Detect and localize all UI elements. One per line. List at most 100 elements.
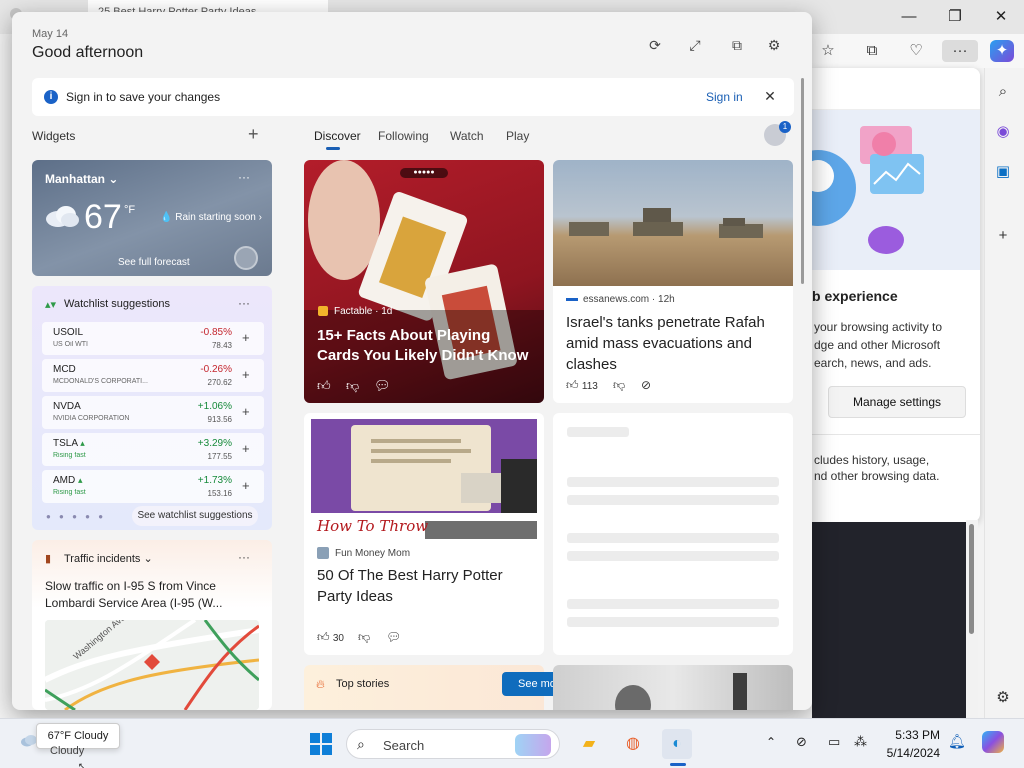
manage-settings-button[interactable]: Manage settings bbox=[828, 386, 966, 418]
more-menu-icon[interactable]: ··· bbox=[942, 40, 978, 62]
weather-location[interactable]: Manhattan ⌄ bbox=[45, 172, 118, 186]
panel-body: your browsing activity to dge and other … bbox=[814, 320, 943, 370]
stock-price: 270.62 bbox=[207, 378, 232, 387]
comment-icon[interactable]: 💬︎ bbox=[374, 378, 391, 394]
add-stock-icon[interactable]: + bbox=[242, 441, 250, 456]
minimize-button[interactable]: — bbox=[894, 6, 924, 28]
card-headline[interactable]: 15+ Facts About Playing Cards You Likely… bbox=[317, 326, 533, 366]
tab-play[interactable]: Play bbox=[506, 129, 529, 143]
comment-off-icon[interactable]: ⊘ bbox=[641, 378, 651, 392]
carousel-indicator[interactable]: ●●●●● bbox=[400, 168, 448, 178]
firefox-icon[interactable]: ◍ bbox=[618, 729, 648, 759]
traffic-headline[interactable]: Slow traffic on I-95 S from Vince Lombar… bbox=[45, 578, 261, 612]
board-scrollbar[interactable] bbox=[801, 78, 804, 284]
edge-icon[interactable]: ◐ bbox=[662, 729, 692, 759]
news-card-harry-potter[interactable]: How To Throw Fun Money Mom 50 Of The Bes… bbox=[304, 413, 544, 655]
news-card-tanks[interactable]: essanews.com · 12h Israel's tanks penetr… bbox=[553, 160, 793, 403]
weather-temp: 67 bbox=[84, 198, 122, 236]
search-highlight-icon bbox=[515, 734, 551, 756]
watchlist-more-button[interactable]: ··· bbox=[238, 296, 250, 310]
refresh-icon[interactable]: ⟳ bbox=[642, 32, 668, 58]
settings-gear-icon[interactable]: ⚙ bbox=[990, 686, 1016, 710]
watchlist-row[interactable]: USOIL US Oil WTI -0.85% 78.43 + bbox=[42, 322, 264, 355]
forecast-link[interactable]: See full forecast bbox=[118, 257, 190, 268]
card-headline[interactable]: Israel's tanks penetrate Rafah amid mass… bbox=[566, 312, 788, 375]
watchlist-row[interactable]: TSLA ▴ Rising fast +3.29% 177.55 + bbox=[42, 433, 264, 466]
copilot-pre-icon[interactable] bbox=[982, 731, 1004, 753]
signin-link[interactable]: Sign in bbox=[706, 90, 743, 104]
clock-date[interactable]: 5/14/2024 bbox=[880, 746, 940, 760]
add-stock-icon[interactable]: + bbox=[242, 367, 250, 382]
stock-name: Rising fast bbox=[53, 489, 86, 496]
network-off-icon[interactable]: ⊘ bbox=[796, 734, 807, 750]
tanks-image bbox=[553, 160, 793, 286]
stock-symbol: NVDA bbox=[53, 401, 81, 412]
browser-essentials-icon[interactable]: ♡ bbox=[904, 40, 928, 62]
copilot-icon[interactable]: ✦ bbox=[990, 40, 1014, 62]
stock-change: -0.26% bbox=[200, 364, 232, 375]
stock-name: Rising fast bbox=[53, 452, 86, 459]
weather-widget[interactable]: Manhattan ⌄ ··· 67 °F 💧 Rain starting so… bbox=[32, 160, 272, 276]
close-window-button[interactable]: ✕ bbox=[986, 6, 1016, 28]
photo-story-card[interactable] bbox=[553, 665, 793, 710]
watchlist-row[interactable]: MCD MCDONALD'S CORPORATI... -0.26% 270.62 + bbox=[42, 359, 264, 392]
display-icon[interactable]: ▭ bbox=[828, 734, 840, 750]
expand-icon[interactable]: ⤢ bbox=[682, 32, 708, 58]
stock-name: NVIDIA CORPORATION bbox=[53, 415, 130, 422]
office-icon[interactable]: ◉ bbox=[990, 120, 1016, 144]
traffic-title[interactable]: Traffic incidents ⌄ bbox=[64, 552, 153, 565]
stock-symbol: MCD bbox=[53, 364, 76, 375]
weather-assistant-icon[interactable] bbox=[234, 246, 258, 270]
search-box[interactable]: ⌕ Search bbox=[346, 729, 560, 759]
stock-price: 153.16 bbox=[207, 489, 232, 498]
traffic-more-button[interactable]: ··· bbox=[238, 550, 250, 564]
watchlist-widget: ▴▾ Watchlist suggestions ··· USOIL US Oil… bbox=[32, 286, 272, 530]
settings-icon[interactable]: ⚙ bbox=[761, 32, 787, 58]
like-icon[interactable]: 👍︎ bbox=[317, 378, 331, 394]
outlook-icon[interactable]: ▣ bbox=[990, 160, 1016, 184]
add-widget-button[interactable]: + bbox=[248, 124, 259, 145]
watchlist-row[interactable]: AMD ▴ Rising fast +1.73% 153.16 + bbox=[42, 470, 264, 503]
show-hidden-icons-chevron-icon[interactable]: ⌃ bbox=[766, 735, 776, 749]
tab-discover[interactable]: Discover bbox=[314, 129, 361, 143]
watchlist-row[interactable]: NVDA NVIDIA CORPORATION +1.06% 913.56 + bbox=[42, 396, 264, 429]
weather-sub-label[interactable]: Cloudy bbox=[50, 745, 84, 757]
top-stories-label: Top stories bbox=[336, 678, 390, 690]
weather-more-button[interactable]: ··· bbox=[238, 170, 250, 184]
weather-condition[interactable]: 💧 Rain starting soon › bbox=[160, 212, 262, 223]
card-headline[interactable]: 50 Of The Best Harry Potter Party Ideas bbox=[317, 565, 539, 607]
tab-following[interactable]: Following bbox=[378, 129, 429, 143]
pager-dots[interactable]: ● ● ● ● ● bbox=[46, 512, 106, 521]
see-watchlist-link[interactable]: See watchlist suggestions bbox=[132, 506, 258, 526]
notification-bell-icon[interactable]: 🔔︎ bbox=[948, 733, 966, 750]
card-source: Fun Money Mom bbox=[335, 548, 411, 559]
tab-watch[interactable]: Watch bbox=[450, 129, 484, 143]
close-banner-icon[interactable]: ✕ bbox=[760, 86, 780, 106]
like-button[interactable]: 👍︎ 30 bbox=[317, 630, 344, 645]
comment-icon[interactable]: 💬︎ bbox=[386, 630, 401, 644]
privacy-illustration bbox=[812, 110, 980, 270]
add-stock-icon[interactable]: + bbox=[242, 404, 250, 419]
add-stock-icon[interactable]: + bbox=[242, 330, 250, 345]
dislike-icon[interactable]: 👎︎ bbox=[346, 378, 359, 394]
dislike-icon[interactable]: 👎︎ bbox=[358, 630, 370, 645]
file-explorer-icon[interactable]: ▰ bbox=[574, 729, 604, 759]
news-card-playing-cards[interactable]: ●●●●● Factable · 1d 15+ Facts About Play… bbox=[304, 160, 544, 403]
clock-time[interactable]: 5:33 PM bbox=[880, 728, 940, 742]
traffic-map[interactable]: Washington Ave bbox=[45, 620, 259, 710]
add-stock-icon[interactable]: + bbox=[242, 478, 250, 493]
greeting: Good afternoon bbox=[32, 44, 144, 61]
like-button[interactable]: 👍︎ 113 bbox=[566, 378, 598, 393]
collections-icon[interactable]: ⧉ bbox=[860, 40, 884, 62]
add-icon[interactable]: + bbox=[990, 224, 1016, 248]
card-source: Factable · 1d bbox=[334, 306, 393, 317]
bluetooth-icon[interactable]: ⁂ bbox=[854, 734, 867, 750]
scrollbar[interactable] bbox=[966, 520, 978, 718]
search-icon[interactable]: ⌕ bbox=[990, 80, 1016, 104]
favorites-star-icon[interactable]: ☆ bbox=[816, 40, 840, 62]
dislike-icon[interactable]: 👎︎ bbox=[613, 378, 625, 393]
weather-unit: °F bbox=[124, 204, 136, 216]
start-button[interactable] bbox=[306, 729, 336, 759]
maximize-button[interactable]: ❐ bbox=[940, 6, 970, 28]
pin-icon[interactable]: ⧉ bbox=[724, 32, 750, 58]
